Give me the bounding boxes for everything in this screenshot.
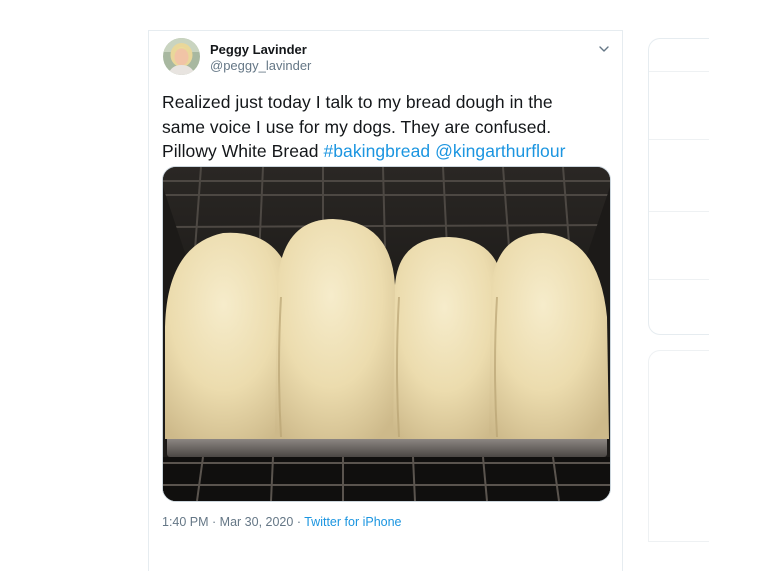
- sidebar-panel: [648, 38, 709, 335]
- tweet-text-line: same voice I use for my dogs. They are c…: [162, 116, 552, 137]
- bread-loaves-photo: [163, 167, 610, 501]
- chevron-down-icon[interactable]: [596, 41, 612, 57]
- avatar-image: [163, 38, 200, 75]
- tweet-text-line: Pillowy White Bread #bakingbread @kingar…: [162, 139, 612, 164]
- tweet-text: Realized just today I talk to my bread d…: [162, 90, 612, 164]
- avatar[interactable]: [163, 38, 200, 75]
- hashtag-link[interactable]: #bakingbread: [323, 141, 430, 161]
- sidebar-panel-secondary: [648, 350, 709, 542]
- meta-separator: ·: [293, 515, 305, 529]
- tweet-source-link[interactable]: Twitter for iPhone: [304, 515, 401, 529]
- meta-separator: ·: [208, 515, 220, 529]
- tweet-time[interactable]: 1:40 PM: [162, 515, 209, 529]
- tweet-media-photo[interactable]: [162, 166, 611, 502]
- tweet-metadata: 1:40 PM · Mar 30, 2020 · Twitter for iPh…: [162, 515, 402, 529]
- author-display-name[interactable]: Peggy Lavinder: [210, 42, 307, 57]
- author-handle[interactable]: @peggy_lavinder: [210, 58, 311, 73]
- mention-link[interactable]: @kingarthurflour: [435, 141, 565, 161]
- tweet-date[interactable]: Mar 30, 2020: [220, 515, 294, 529]
- tweet-text-plain: Pillowy White Bread: [162, 141, 324, 161]
- tweet-text-line: Realized just today I talk to my bread d…: [162, 92, 553, 112]
